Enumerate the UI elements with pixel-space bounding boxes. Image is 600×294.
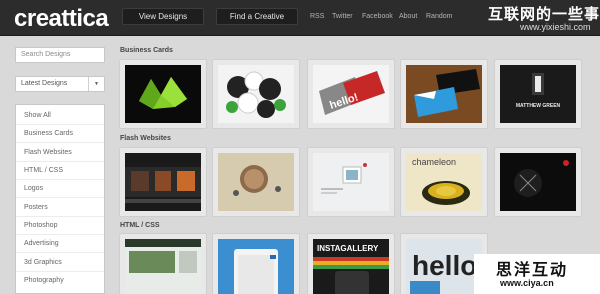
- menu-item-photoshop[interactable]: Photoshop: [16, 217, 104, 235]
- thumbnail-image: hello: [406, 239, 482, 294]
- category-menu: Show All Business Cards Flash Websites H…: [15, 104, 105, 294]
- menu-item-logos[interactable]: Logos: [16, 180, 104, 198]
- watermark-bottom-url: www.ciya.cn: [500, 278, 554, 288]
- design-thumbnail[interactable]: [212, 233, 300, 294]
- thumbnail-image: hello!: [313, 65, 389, 123]
- nav-link-random[interactable]: Random: [426, 13, 452, 20]
- nav-link-about[interactable]: About: [399, 13, 417, 20]
- site-logo[interactable]: creattica: [14, 5, 109, 33]
- thumbnail-image: [406, 65, 482, 123]
- thumbnail-text-instagallery: INSTAGALLERY: [317, 244, 379, 253]
- search-input[interactable]: Search Designs: [15, 47, 105, 63]
- design-thumbnail[interactable]: hello!: [307, 59, 395, 129]
- thumbnail-text-matthew: MATTHEW GREEN: [516, 103, 561, 109]
- design-thumbnail[interactable]: [119, 233, 207, 294]
- view-designs-button[interactable]: View Designs: [122, 8, 204, 25]
- thumbnail-image: chameleon: [406, 153, 482, 211]
- watermark-top: 互联网的一些事: [488, 6, 600, 23]
- menu-item-3d-graphics[interactable]: 3d Graphics: [16, 254, 104, 272]
- design-thumbnail[interactable]: [119, 59, 207, 129]
- nav-link-twitter[interactable]: Twitter: [332, 13, 353, 20]
- design-thumbnail[interactable]: MATTHEW GREEN: [494, 59, 582, 129]
- section-title-business-cards: Business Cards: [120, 47, 173, 54]
- design-thumbnail[interactable]: [212, 147, 300, 217]
- watermark-bottom-title: 思洋互动: [496, 262, 569, 279]
- find-a-creative-button[interactable]: Find a Creative: [216, 8, 298, 25]
- menu-item-photography[interactable]: Photography: [16, 272, 104, 290]
- thumbnail-image: [500, 153, 576, 211]
- design-thumbnail[interactable]: [119, 147, 207, 217]
- section-title-html-css: HTML / CSS: [120, 222, 160, 229]
- watermark-top-url: www.yixieshi.com: [520, 22, 591, 32]
- thumbnail-image: [125, 65, 201, 123]
- section-title-flash-websites: Flash Websites: [120, 135, 171, 142]
- thumbnail-image: [218, 239, 294, 294]
- thumbnail-image: INSTAGALLERY: [313, 239, 389, 294]
- thumbnail-image: [313, 153, 389, 211]
- thumbnail-image: MATTHEW GREEN: [500, 65, 576, 123]
- thumbnail-image: [218, 153, 294, 211]
- top-header: creattica View Designs Find a Creative R…: [0, 0, 600, 36]
- design-thumbnail[interactable]: [307, 147, 395, 217]
- thumbnail-text-hello2: hello: [412, 250, 477, 281]
- menu-item-posters[interactable]: Posters: [16, 199, 104, 217]
- thumbnail-image: [125, 153, 201, 211]
- nav-link-rss[interactable]: RSS: [310, 13, 324, 20]
- design-thumbnail[interactable]: [212, 59, 300, 129]
- menu-item-flash-websites[interactable]: Flash Websites: [16, 144, 104, 162]
- thumbnail-image: [218, 65, 294, 123]
- design-thumbnail[interactable]: chameleon: [400, 147, 488, 217]
- design-thumbnail[interactable]: [400, 59, 488, 129]
- thumbnail-image: [125, 239, 201, 294]
- sort-select-value: Latest Designs: [21, 80, 68, 87]
- menu-item-business-cards[interactable]: Business Cards: [16, 125, 104, 143]
- thumbnail-text-chameleon: chameleon: [412, 157, 456, 167]
- design-thumbnail[interactable]: [494, 147, 582, 217]
- menu-item-show-all[interactable]: Show All: [16, 107, 104, 125]
- chevron-down-icon[interactable]: ▼: [88, 77, 104, 91]
- sort-select[interactable]: Latest Designs ▼: [15, 76, 105, 92]
- nav-link-facebook[interactable]: Facebook: [362, 13, 393, 20]
- menu-item-html-css[interactable]: HTML / CSS: [16, 162, 104, 180]
- menu-item-advertising[interactable]: Advertising: [16, 235, 104, 253]
- design-thumbnail[interactable]: INSTAGALLERY: [307, 233, 395, 294]
